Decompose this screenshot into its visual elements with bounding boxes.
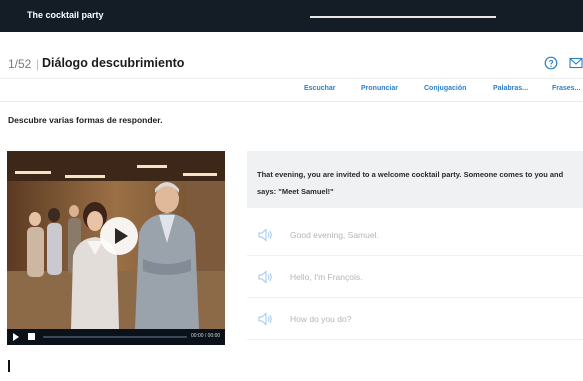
top-bar: The cocktail party [0,0,583,32]
tab-frases[interactable]: Frases... [552,85,580,92]
response-text: Hello, I'm François. [290,272,363,282]
video-controls: 00:00 / 00:00 [7,329,225,345]
response-text: Good evening, Samuel. [290,230,379,240]
tab-bar: Escuchar Pronunciar Conjugación Palabras… [0,85,583,101]
response-list: Good evening, Samuel. Hello, I'm Françoi… [247,214,583,340]
context-text: That evening, you are invited to a welco… [257,170,564,196]
app-title: The cocktail party [27,10,104,20]
envelope-icon[interactable] [569,57,583,69]
play-icon[interactable] [13,333,19,341]
header-separator: | [36,57,40,71]
play-overlay-button[interactable] [100,217,138,255]
progress-line [310,16,496,18]
response-item[interactable]: Good evening, Samuel. [247,214,583,256]
response-text: How do you do? [290,314,352,324]
tab-pronunciar[interactable]: Pronunciar [361,85,398,92]
page-title: Diálogo descubrimiento [42,56,185,70]
stop-icon[interactable] [28,333,35,340]
video-time: 00:00 / 00:00 [191,333,221,339]
lesson-header: 1/52 | Diálogo descubrimiento [0,48,583,78]
video-player[interactable]: 00:00 / 00:00 [7,151,225,345]
speaker-icon[interactable] [258,228,273,242]
header-divider [0,78,583,79]
tabs-divider [0,101,583,102]
page: The cocktail party 1/52 | Diálogo descub… [0,0,583,381]
lesson-counter: 1/52 [8,57,32,71]
speaker-icon[interactable] [258,270,273,284]
tab-palabras[interactable]: Palabras... [493,85,528,92]
video-scrubber[interactable] [43,336,187,338]
response-item[interactable]: How do you do? [247,298,583,340]
question-circle-icon[interactable] [544,56,558,70]
tab-conjugacion[interactable]: Conjugación [424,85,466,92]
instruction-text: Descubre varias formas de responder. [8,115,163,125]
response-item[interactable]: Hello, I'm François. [247,256,583,298]
tab-escuchar[interactable]: Escuchar [304,85,336,92]
context-box: That evening, you are invited to a welco… [247,151,583,208]
text-cursor [8,360,10,372]
speaker-icon[interactable] [258,312,273,326]
